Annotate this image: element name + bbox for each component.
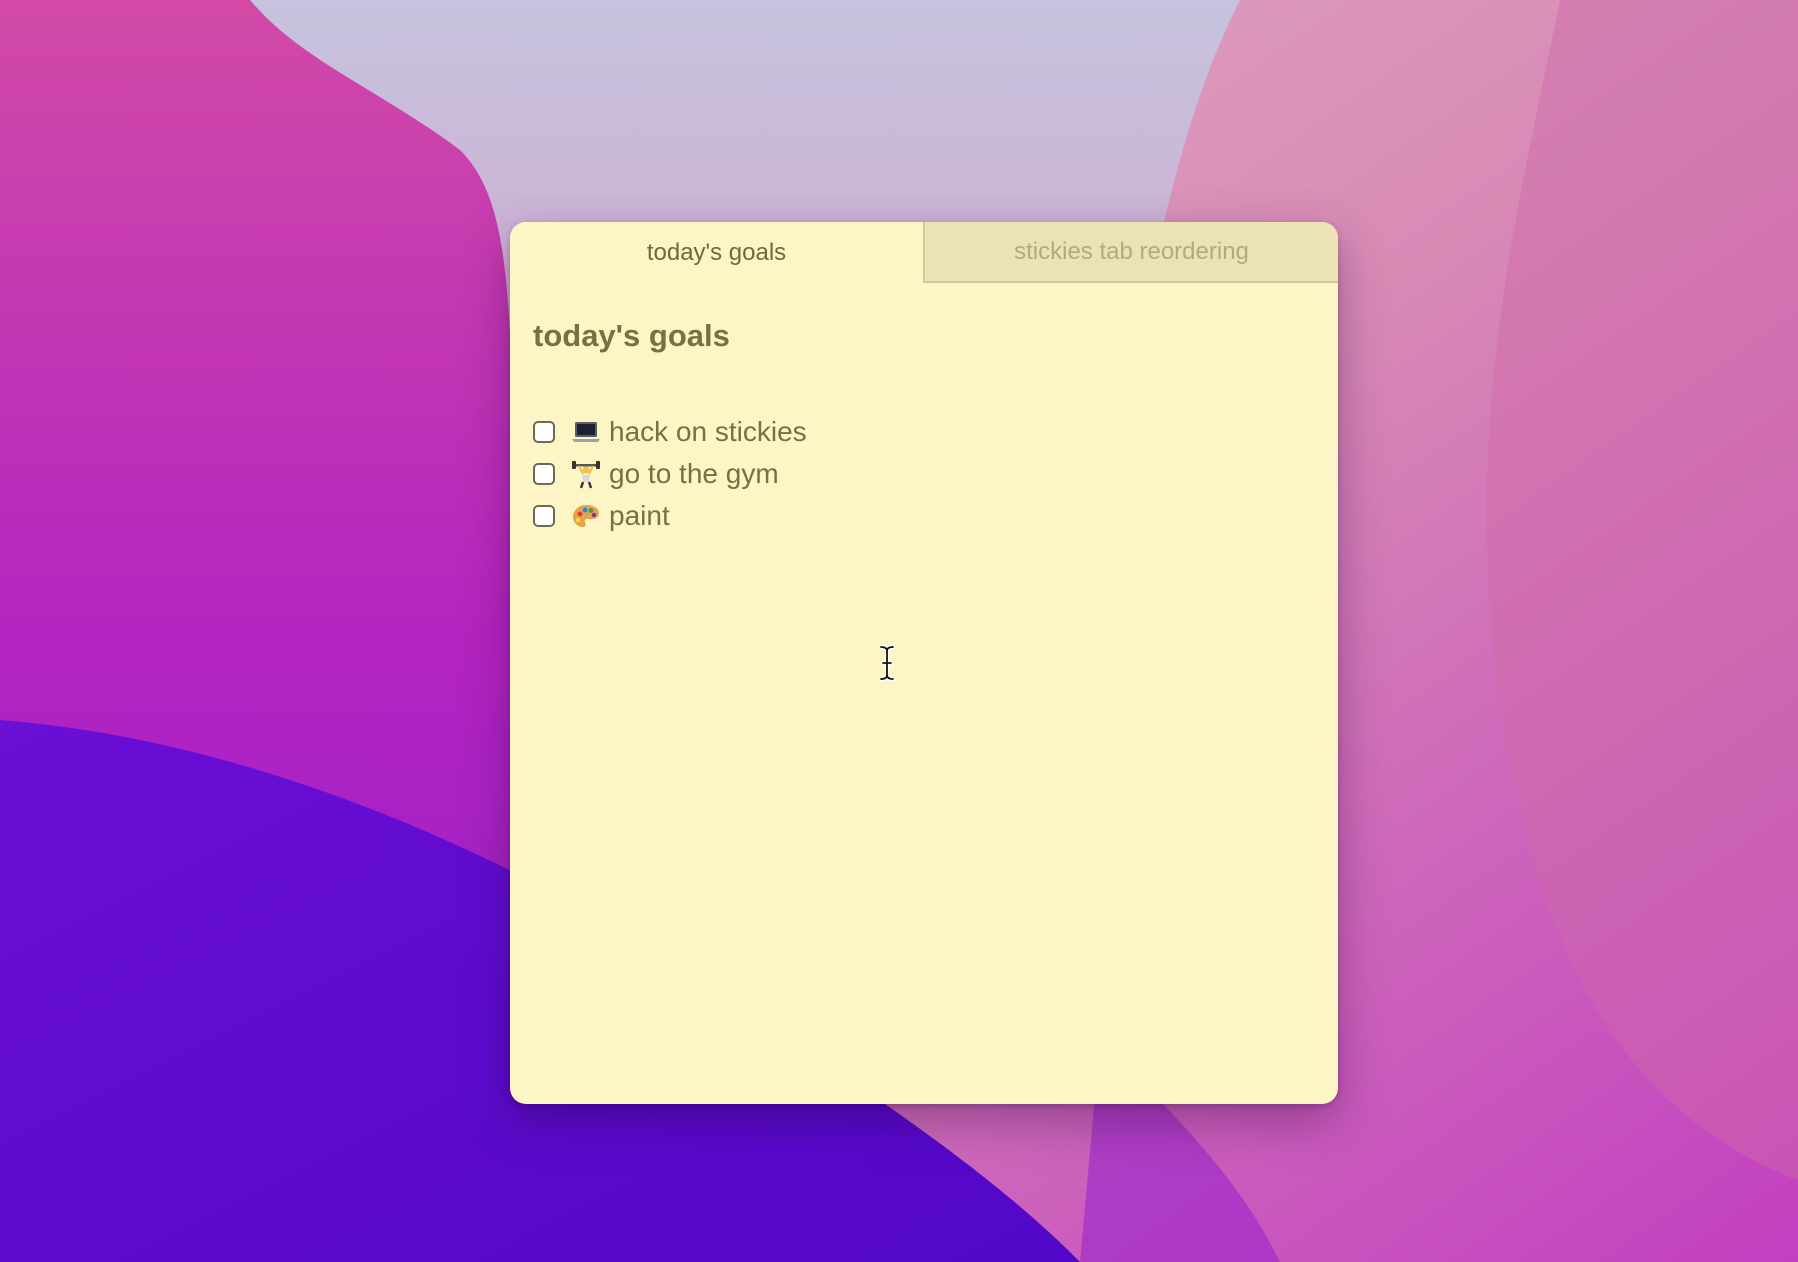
text-cursor-icon [879, 645, 895, 681]
checklist-item-label: hack on stickies [609, 416, 807, 448]
weightlifter-icon [572, 461, 600, 489]
checkbox[interactable] [533, 421, 555, 444]
checklist-item-label: paint [609, 500, 670, 532]
tab-bar: today's goals stickies tab reordering [510, 222, 1338, 283]
artist-palette-icon [573, 505, 599, 528]
tab-stickies-tab-reordering[interactable]: stickies tab reordering [923, 222, 1338, 283]
checklist-item[interactable]: paint [533, 495, 1315, 537]
note-content[interactable]: today's goals hack on stickies go to the… [533, 317, 1315, 537]
sticky-note-window[interactable]: today's goals stickies tab reordering to… [510, 222, 1338, 1104]
checklist: hack on stickies go to the gym paint [533, 411, 1315, 537]
checklist-item[interactable]: go to the gym [533, 453, 1315, 495]
checkbox[interactable] [533, 463, 555, 486]
checklist-item-label: go to the gym [609, 458, 779, 490]
tab-todays-goals[interactable]: today's goals [510, 222, 923, 283]
checkbox[interactable] [533, 505, 555, 528]
note-title[interactable]: today's goals [533, 317, 1315, 354]
laptop-icon [572, 422, 600, 443]
checklist-item[interactable]: hack on stickies [533, 411, 1315, 453]
